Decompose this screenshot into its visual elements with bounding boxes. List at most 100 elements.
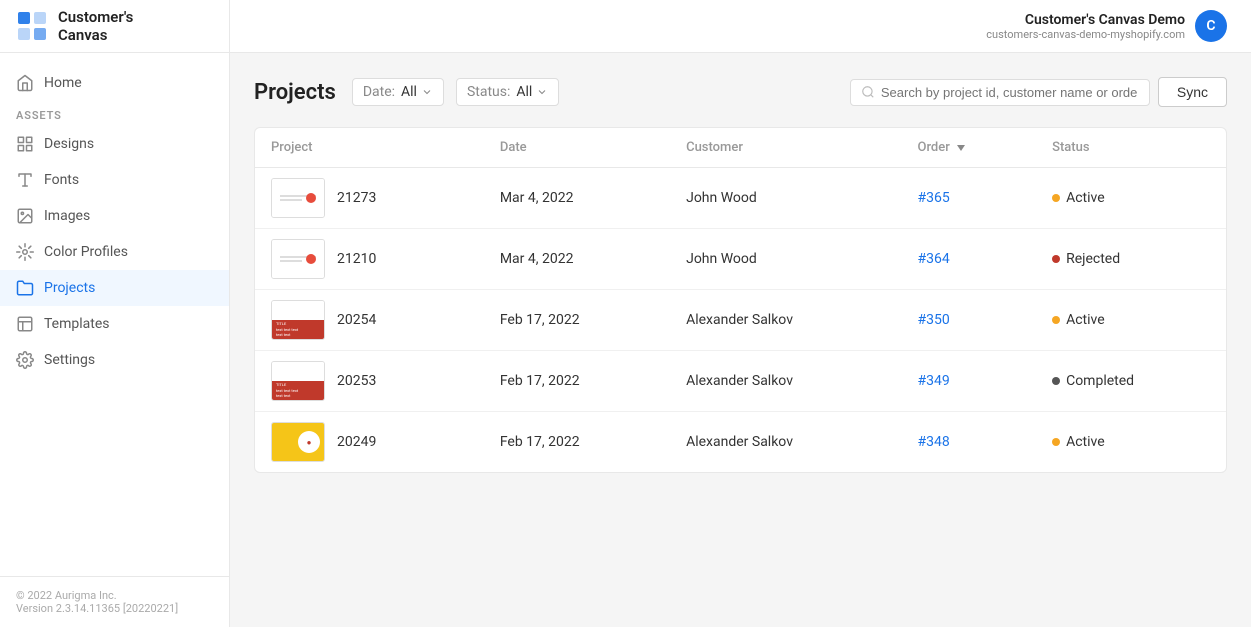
sidebar-item-projects-label: Projects bbox=[44, 280, 95, 296]
project-cell-20253: TITLEtext text texttext text 20253 bbox=[255, 351, 484, 412]
table-row: 21210 Mar 4, 2022 John Wood #364 Rejecte… bbox=[255, 229, 1226, 290]
color-profiles-icon bbox=[16, 243, 34, 261]
user-sub: customers-canvas-demo-myshopify.com bbox=[986, 28, 1185, 41]
sort-arrow-icon bbox=[956, 143, 966, 153]
project-id-20249[interactable]: 20249 bbox=[337, 434, 376, 450]
project-customer-20249: Alexander Salkov bbox=[670, 412, 901, 473]
sidebar-footer: © 2022 Aurigma Inc. Version 2.3.14.11365… bbox=[0, 576, 229, 627]
sidebar-item-projects[interactable]: Projects bbox=[0, 270, 229, 306]
col-project: Project bbox=[255, 128, 484, 168]
order-link-20249[interactable]: #348 bbox=[918, 434, 950, 450]
sidebar-item-designs[interactable]: Designs bbox=[0, 126, 229, 162]
fonts-icon bbox=[16, 171, 34, 189]
status-filter-value: All bbox=[516, 84, 532, 100]
sidebar-item-color-profiles[interactable]: Color Profiles bbox=[0, 234, 229, 270]
project-customer-21273: John Wood bbox=[670, 168, 901, 229]
project-order-21273[interactable]: #365 bbox=[902, 168, 1037, 229]
sidebar-nav: Home ASSETS Designs Fonts Images Color P… bbox=[0, 53, 229, 576]
table-row: TITLEtext text texttext text 20253 Feb 1… bbox=[255, 351, 1226, 412]
project-date-20249: Feb 17, 2022 bbox=[484, 412, 670, 473]
sync-button[interactable]: Sync bbox=[1158, 77, 1227, 107]
table-row: 21273 Mar 4, 2022 John Wood #365 Active bbox=[255, 168, 1226, 229]
project-thumb-21273 bbox=[271, 178, 325, 218]
sidebar-item-home[interactable]: Home bbox=[0, 65, 229, 101]
templates-icon bbox=[16, 315, 34, 333]
status-dot-21210 bbox=[1052, 255, 1060, 263]
status-label-20254: Active bbox=[1066, 312, 1105, 328]
project-customer-21210: John Wood bbox=[670, 229, 901, 290]
sidebar-item-fonts[interactable]: Fonts bbox=[0, 162, 229, 198]
project-id-21273[interactable]: 21273 bbox=[337, 190, 376, 206]
logo-icon bbox=[16, 10, 48, 42]
sidebar-item-images-label: Images bbox=[44, 208, 90, 224]
project-cell-21273: 21273 bbox=[255, 168, 484, 229]
search-wrap bbox=[850, 79, 1150, 106]
project-customer-20254: Alexander Salkov bbox=[670, 290, 901, 351]
project-order-20253[interactable]: #349 bbox=[902, 351, 1037, 412]
status-label-20253: Completed bbox=[1066, 373, 1134, 389]
status-filter[interactable]: Status: All bbox=[456, 78, 559, 106]
col-customer: Customer bbox=[670, 128, 901, 168]
page-header: Projects Date: All Status: All bbox=[254, 77, 1227, 107]
user-name: Customer's Canvas Demo bbox=[986, 12, 1185, 28]
status-dot-20249 bbox=[1052, 438, 1060, 446]
project-status-21210: Rejected bbox=[1036, 229, 1226, 290]
sidebar-item-images[interactable]: Images bbox=[0, 198, 229, 234]
project-cell-21210: 21210 bbox=[255, 229, 484, 290]
chevron-down-icon-2 bbox=[536, 86, 548, 98]
table-row: ● 20249 Feb 17, 2022 Alexander Salkov #3… bbox=[255, 412, 1226, 473]
home-icon bbox=[16, 74, 34, 92]
status-dot-20253 bbox=[1052, 377, 1060, 385]
sidebar-item-fonts-label: Fonts bbox=[44, 172, 79, 188]
project-thumb-21210 bbox=[271, 239, 325, 279]
images-icon bbox=[16, 207, 34, 225]
user-details: Customer's Canvas Demo customers-canvas-… bbox=[986, 12, 1185, 41]
sidebar-item-settings[interactable]: Settings bbox=[0, 342, 229, 378]
user-info: Customer's Canvas Demo customers-canvas-… bbox=[986, 10, 1227, 42]
col-order: Order bbox=[902, 128, 1037, 168]
version-text: © 2022 Aurigma Inc. Version 2.3.14.11365… bbox=[16, 589, 178, 615]
project-cell-20249: ● 20249 bbox=[255, 412, 484, 473]
sidebar-item-home-label: Home bbox=[44, 75, 82, 91]
project-thumb-20249: ● bbox=[271, 422, 325, 462]
sidebar: Customer's Canvas Home ASSETS Designs Fo… bbox=[0, 0, 230, 627]
order-link-21210[interactable]: #364 bbox=[918, 251, 950, 267]
status-filter-label: Status: bbox=[467, 84, 510, 100]
status-dot-21273 bbox=[1052, 194, 1060, 202]
sidebar-item-templates[interactable]: Templates bbox=[0, 306, 229, 342]
project-cell-20254: TITLEtext text texttext text 20254 bbox=[255, 290, 484, 351]
project-status-20249: Active bbox=[1036, 412, 1226, 473]
projects-table: Project Date Customer Order Status bbox=[254, 127, 1227, 473]
col-status: Status bbox=[1036, 128, 1226, 168]
project-date-21210: Mar 4, 2022 bbox=[484, 229, 670, 290]
status-label-21210: Rejected bbox=[1066, 251, 1120, 267]
logo-text: Customer's Canvas bbox=[58, 8, 133, 44]
order-link-20254[interactable]: #350 bbox=[918, 312, 950, 328]
project-date-20254: Feb 17, 2022 bbox=[484, 290, 670, 351]
order-link-21273[interactable]: #365 bbox=[918, 190, 950, 206]
date-filter[interactable]: Date: All bbox=[352, 78, 444, 106]
search-bar: Sync bbox=[850, 77, 1227, 107]
date-filter-label: Date: bbox=[363, 84, 395, 100]
sidebar-item-color-profiles-label: Color Profiles bbox=[44, 244, 128, 260]
project-order-20254[interactable]: #350 bbox=[902, 290, 1037, 351]
status-label-21273: Active bbox=[1066, 190, 1105, 206]
order-link-20253[interactable]: #349 bbox=[918, 373, 950, 389]
project-id-20253[interactable]: 20253 bbox=[337, 373, 376, 389]
sidebar-item-settings-label: Settings bbox=[44, 352, 95, 368]
project-date-20253: Feb 17, 2022 bbox=[484, 351, 670, 412]
sidebar-item-templates-label: Templates bbox=[44, 316, 110, 332]
status-label-20249: Active bbox=[1066, 434, 1105, 450]
search-input[interactable] bbox=[881, 85, 1139, 100]
project-thumb-20254: TITLEtext text texttext text bbox=[271, 300, 325, 340]
project-id-21210[interactable]: 21210 bbox=[337, 251, 376, 267]
project-order-20249[interactable]: #348 bbox=[902, 412, 1037, 473]
search-icon bbox=[861, 85, 875, 99]
status-dot-20254 bbox=[1052, 316, 1060, 324]
main-area: Customer's Canvas Demo customers-canvas-… bbox=[230, 0, 1251, 627]
avatar: C bbox=[1195, 10, 1227, 42]
page-title: Projects bbox=[254, 80, 336, 105]
project-id-20254[interactable]: 20254 bbox=[337, 312, 376, 328]
designs-icon bbox=[16, 135, 34, 153]
project-order-21210[interactable]: #364 bbox=[902, 229, 1037, 290]
